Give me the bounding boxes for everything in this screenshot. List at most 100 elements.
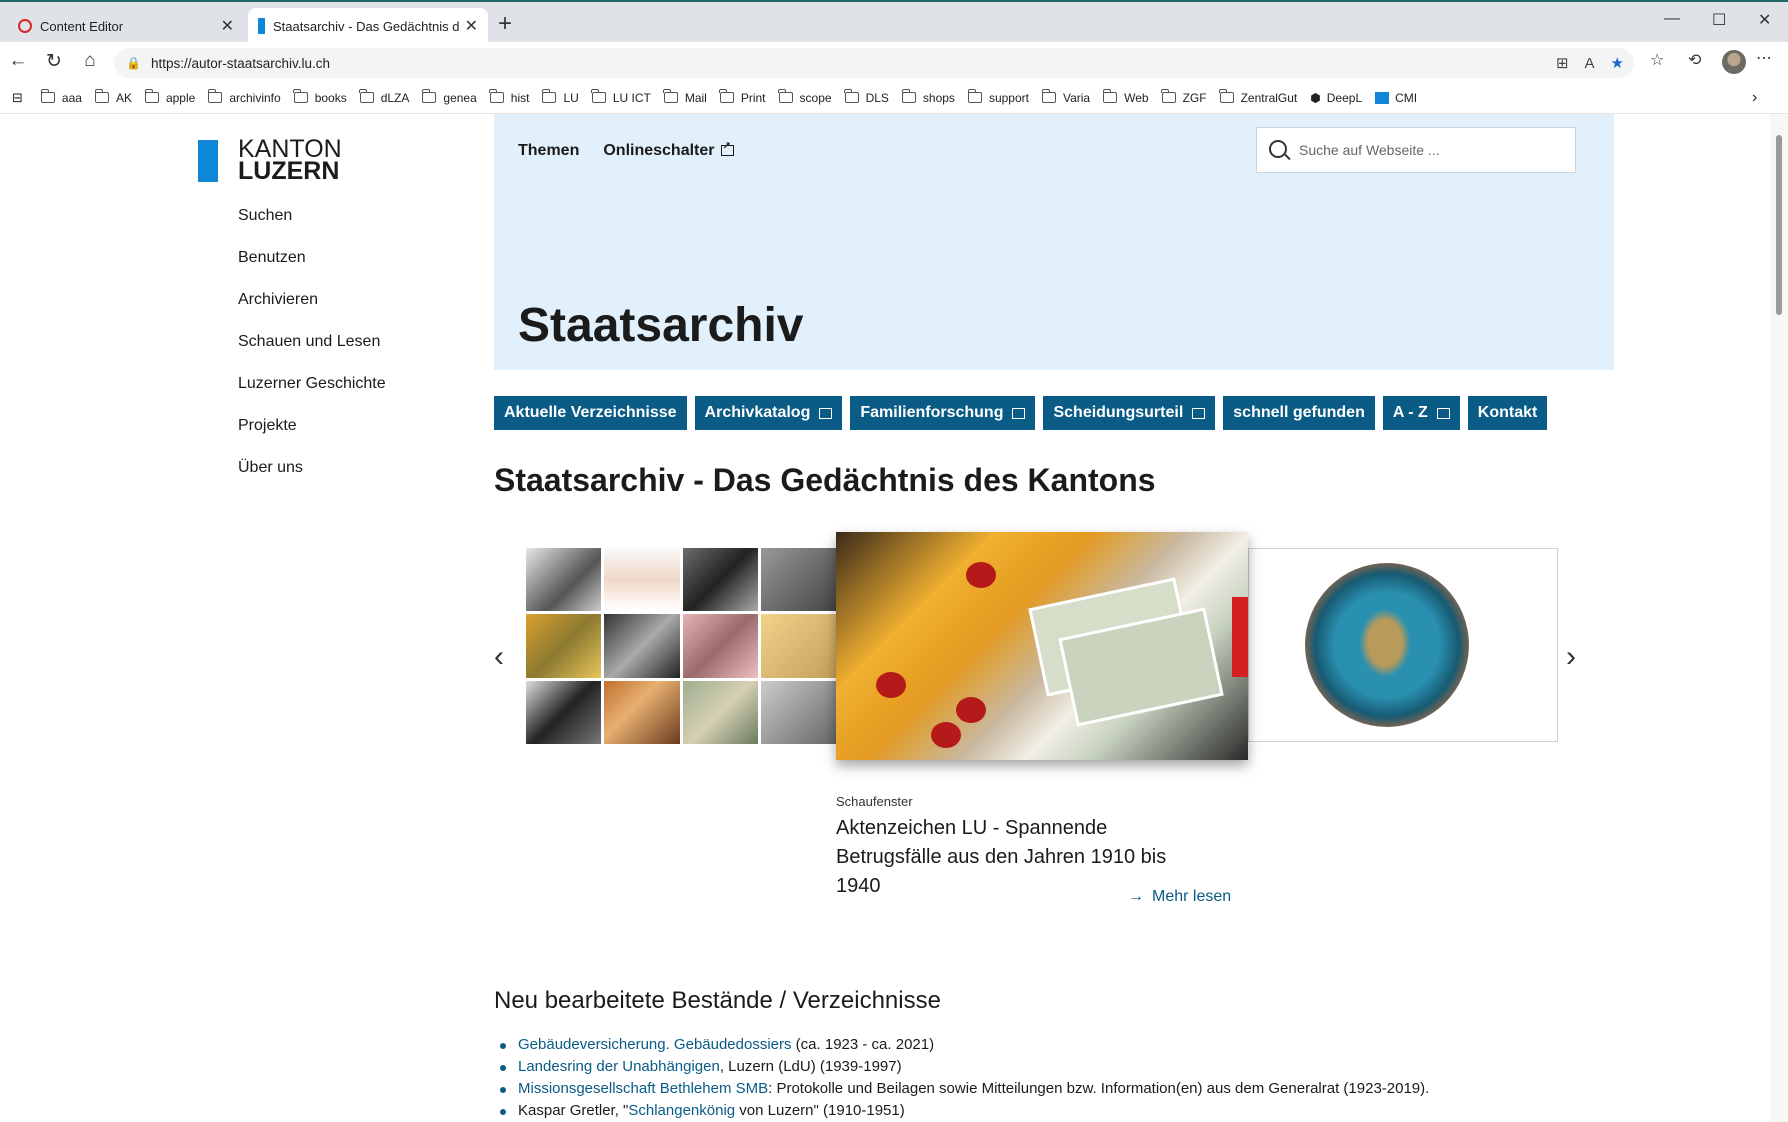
bookmark-label: DLS [865,90,889,105]
tab-content-editor[interactable]: Content Editor ✕ [8,8,244,44]
scrollbar-thumb[interactable] [1776,135,1782,315]
collage-tile [682,614,758,678]
sidenav-item-benutzen[interactable]: Benutzen [238,248,386,290]
home-icon[interactable]: ⌂ [78,50,102,72]
folder-icon [1161,89,1176,103]
quicklink-button[interactable]: A - Z [1382,396,1460,430]
external-link-icon [1436,407,1450,419]
bookmark-folder[interactable]: archivinfo [207,89,281,105]
sidenav-item-geschichte[interactable]: Luzerner Geschichte [238,374,386,416]
bookmark-folder[interactable]: books [293,89,347,105]
luzern-favicon-icon [258,18,265,34]
chevron-right-icon[interactable]: › [1752,89,1757,107]
carousel-next-icon[interactable]: › [1566,640,1576,674]
carousel-prev-icon[interactable]: ‹ [494,640,504,674]
bookmark-folder[interactable]: DLS [844,89,889,105]
close-icon[interactable]: ✕ [465,16,478,36]
history-icon[interactable]: ⟲ [1688,50,1701,70]
bookmark-folder[interactable]: genea [422,89,477,105]
url-field[interactable]: 🔒 https://autor-staatsarchiv.lu.ch ⊞ A ★ [114,48,1634,78]
carousel: ‹ › Schaufenster Aktenzeichen LU - Spann… [494,532,1614,905]
list-link[interactable]: Missionsgesellschaft Bethlehem SMB [518,1080,768,1097]
bookmark-folder[interactable]: LU [542,89,579,105]
search-icon [1269,140,1287,158]
bookmark-label: apple [165,90,196,105]
sidenav-item-archivieren[interactable]: Archivieren [238,290,386,332]
search-input[interactable]: Suche auf Webseite ... [1256,127,1576,173]
list-item: Missionsgesellschaft Bethlehem SMB: Prot… [500,1078,1429,1100]
bookmark-folder[interactable]: apple [144,89,196,105]
menu-themen[interactable]: Themen [518,142,579,160]
new-tab-icon[interactable]: + [498,10,512,38]
bookmark-folder[interactable]: Print [719,89,766,105]
bookmark-folder[interactable]: shops [901,89,955,105]
favorite-star-icon[interactable]: ★ [1611,54,1624,72]
bookmark-folder[interactable]: hist [489,89,530,105]
close-icon[interactable]: ✕ [221,16,234,36]
bookmark-deepl[interactable]: ⬢ DeepL [1310,91,1362,105]
bookmark-folder[interactable]: LU ICT [591,89,651,105]
opera-favicon-icon [18,19,32,33]
tab-title: Content Editor [40,18,124,34]
coin-image-card[interactable] [1248,548,1558,742]
sidenav-item-projekte[interactable]: Projekte [238,416,386,458]
bookmark-cmi[interactable]: CMI [1375,91,1417,105]
list-link[interactable]: Schlangenkönig [628,1102,735,1119]
bookmark-folder[interactable]: AK [94,89,132,105]
collage-image[interactable] [526,548,836,744]
featured-image[interactable] [836,532,1248,760]
favorites-icon[interactable]: ☆ [1650,50,1664,70]
coin-image [1305,563,1469,727]
bookmark-folder[interactable]: scope [778,89,832,105]
read-aloud-icon[interactable]: A [1585,55,1595,72]
more-icon[interactable]: ⋯ [1756,48,1772,68]
bookmark-label: dLZA [380,90,410,105]
bookmark-folder[interactable]: Web [1102,89,1149,105]
quicklink-button[interactable]: Kontakt [1467,396,1548,430]
tab-staatsarchiv[interactable]: Staatsarchiv - Das Gedächtnis des ✕ [248,8,488,44]
collections-icon[interactable]: ⊟ [12,90,23,106]
quicklink-label: Familienforschung [860,404,1004,421]
quicklink-button[interactable]: Aktuelle Verzeichnisse [494,396,687,430]
quicklink-button[interactable]: schnell gefunden [1223,396,1375,430]
profile-avatar[interactable] [1722,50,1746,74]
quicklink-button[interactable]: Familienforschung [850,396,1036,430]
folder-icon [967,89,982,103]
close-window-icon[interactable]: ✕ [1758,10,1771,30]
sidenav-item-suchen[interactable]: Suchen [238,206,386,248]
menu-onlineschalter[interactable]: Onlineschalter [603,141,734,160]
bookmark-label: DeepL [1326,90,1363,105]
sidenav-item-schauen[interactable]: Schauen und Lesen [238,332,386,374]
bookmark-folder[interactable]: Mail [663,89,707,105]
minimize-icon[interactable]: — [1664,10,1680,28]
bookmark-label: hist [510,90,530,105]
carousel-caption: Schaufenster [836,794,913,809]
hero-title: Staatsarchiv [518,299,804,352]
bookmark-label: books [314,90,347,105]
reload-icon[interactable]: ↻ [42,50,66,73]
app-icon[interactable]: ⊞ [1556,54,1569,72]
quicklink-button[interactable]: Scheidungsurteil [1043,396,1216,430]
address-bar-row: ← ↻ ⌂ 🔒 https://autor-staatsarchiv.lu.ch… [0,42,1788,82]
list-link[interactable]: Gebäudeversicherung. Gebäudedossiers [518,1036,792,1053]
collage-tile [604,680,680,744]
folder-icon [778,89,793,103]
logo-text: KANTON LUZERN [238,137,342,184]
collage-tile [526,614,602,678]
back-icon[interactable]: ← [6,50,30,72]
bookmark-folder[interactable]: ZGF [1161,89,1207,105]
bookmark-folder[interactable]: aaa [40,89,82,105]
bookmark-label: AK [115,90,132,105]
quicklink-button[interactable]: Archivkatalog [694,396,843,430]
browser-tabstrip: Content Editor ✕ Staatsarchiv - Das Gedä… [0,0,1788,44]
folder-icon [719,89,734,103]
bookmark-folder[interactable]: Varia [1041,89,1090,105]
read-more-link[interactable]: → Mehr lesen [1128,888,1231,906]
bookmark-folder[interactable]: support [967,89,1029,105]
list-link[interactable]: Landesring der Unabhängigen [518,1058,720,1075]
bookmark-folder[interactable]: ZentralGut [1219,89,1297,105]
folder-icon [293,89,308,103]
bookmark-folder[interactable]: dLZA [359,89,410,105]
maximize-icon[interactable]: ☐ [1712,10,1726,30]
sidenav-item-ueber-uns[interactable]: Über uns [238,458,386,500]
